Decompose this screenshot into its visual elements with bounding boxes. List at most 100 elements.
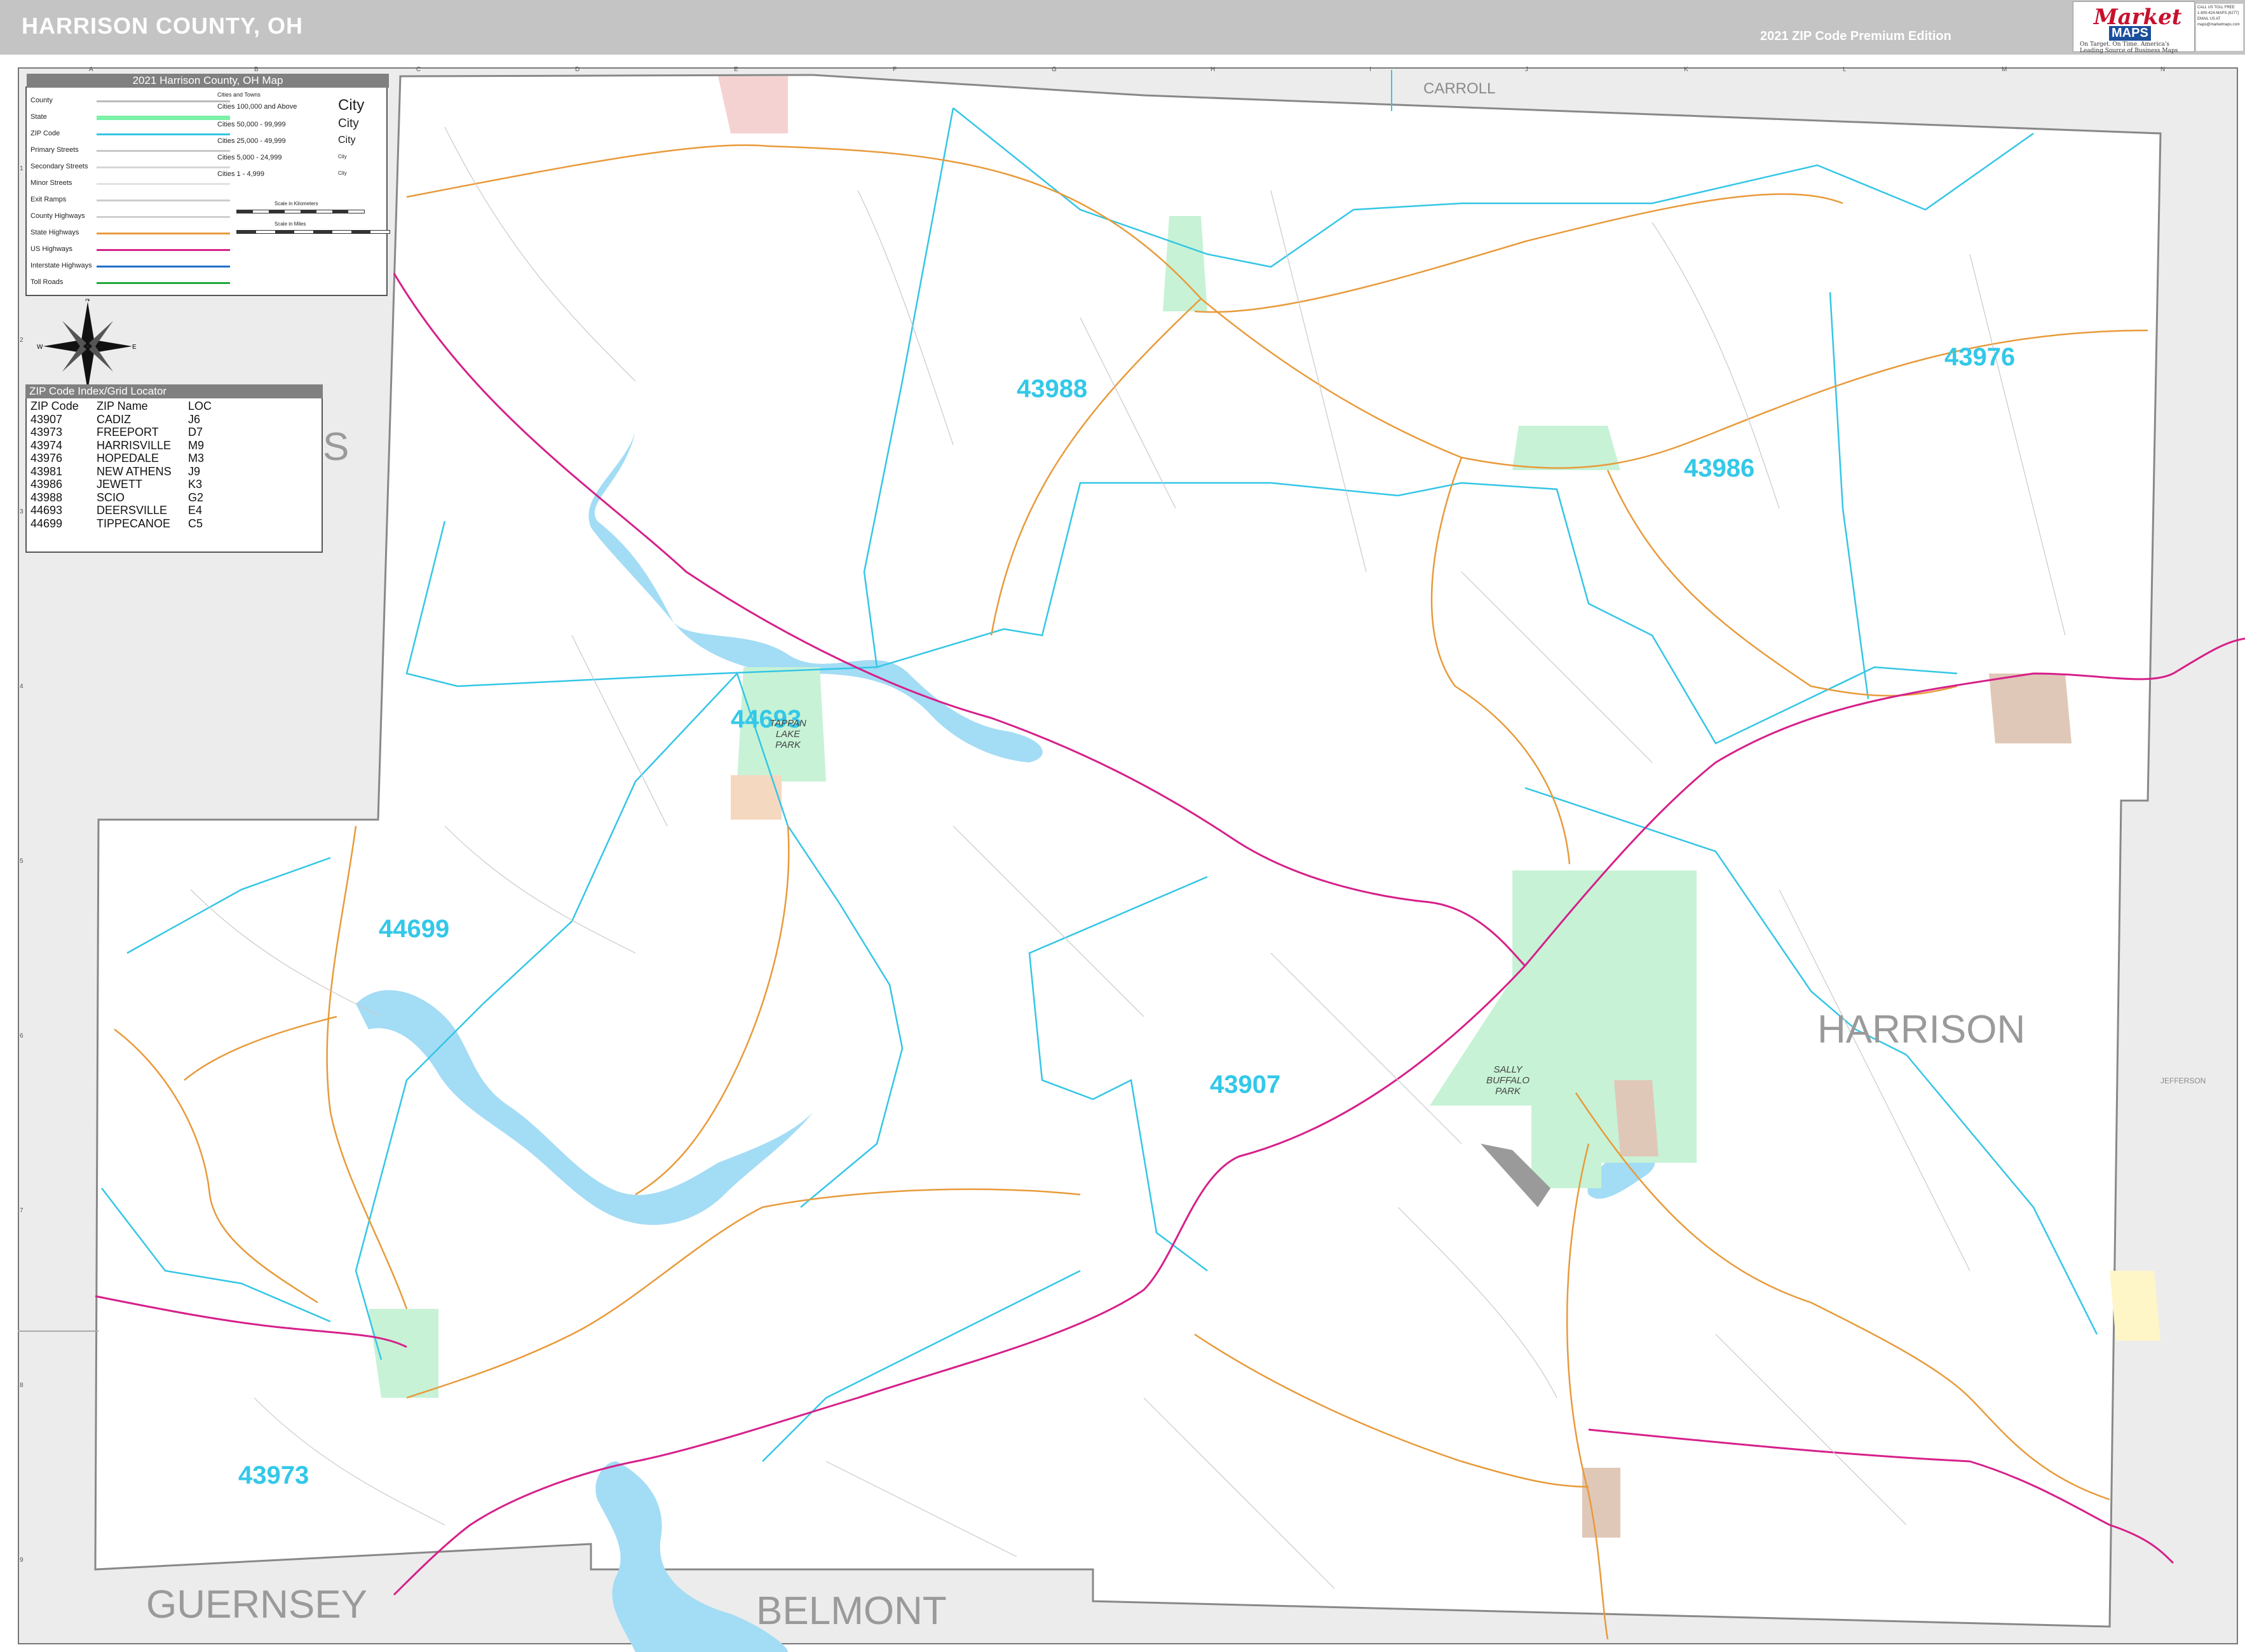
city-legend-header: Cities and Towns xyxy=(217,91,261,98)
zip-code-index: ZIP Code Index/Grid Locator ZIP Code ZIP… xyxy=(25,384,323,553)
zip-loc-cell: J9 xyxy=(188,464,201,478)
scale-km-bar xyxy=(236,210,365,213)
city-legend-sample: City xyxy=(338,170,347,176)
zip-loc-cell: M9 xyxy=(188,438,205,452)
zip-code-cell: 44699 xyxy=(31,517,63,530)
legend-item: Toll Roads xyxy=(31,278,64,286)
zip-loc-cell: G2 xyxy=(188,491,204,504)
grid-row-label: 5 xyxy=(20,858,24,865)
zip-loc-cell: E4 xyxy=(188,504,203,517)
scale-km-label: Scale in Kilometers xyxy=(275,201,318,207)
table-row: 43986 JEWETT K3 xyxy=(31,478,220,491)
zip-code-cell: 43976 xyxy=(31,452,63,464)
zip-name-cell: HARRISVILLE xyxy=(97,438,172,452)
zip-label: 44699 xyxy=(379,915,450,943)
county-label-jefferson: JEFFERSON xyxy=(2160,1076,2206,1085)
legend-item: Exit Ramps xyxy=(31,196,67,203)
zip-label: 43976 xyxy=(1944,343,2016,371)
legend-item: Primary Streets xyxy=(31,146,79,154)
grid-col-label: N xyxy=(2160,66,2166,73)
legend-swatch xyxy=(97,166,230,168)
zip-name-cell: DEERSVILLE xyxy=(97,504,168,517)
table-row: 43988 SCIO G2 xyxy=(31,491,220,504)
zip-code-cell: 43907 xyxy=(31,412,63,426)
legend-item: County Highways xyxy=(31,212,85,220)
city-legend-item: Cities 5,000 - 24,999 xyxy=(217,154,282,161)
grid-row-label: 6 xyxy=(20,1032,24,1039)
hopedale-area xyxy=(1989,674,2072,743)
compass-e: E xyxy=(132,344,137,351)
legend-swatch xyxy=(97,200,230,201)
jewett-area xyxy=(1512,426,1620,470)
legend-swatch xyxy=(97,133,230,135)
scale-mi-bar xyxy=(236,230,390,234)
zip-col-header: ZIP Name xyxy=(97,400,148,412)
zip-label: 43907 xyxy=(1210,1071,1281,1099)
park-label-sally-buffalo: SALLY BUFFALO PARK xyxy=(1486,1064,1530,1097)
new-athens-area xyxy=(1582,1468,1620,1538)
grid-col-label: B xyxy=(254,66,259,73)
city-legend-item: Cities 1 - 4,999 xyxy=(217,170,264,178)
grid-row-label: 9 xyxy=(20,1557,24,1564)
legend-swatch xyxy=(97,216,230,218)
legend-item: State Highways xyxy=(31,229,79,236)
grid-row-label: 3 xyxy=(20,508,24,515)
city-legend-sample: City xyxy=(338,117,359,130)
legend-swatch xyxy=(97,282,230,284)
zip-loc-cell: D7 xyxy=(188,426,203,438)
legend-title: 2021 Harrison County, OH Map xyxy=(27,74,389,88)
park-label-tappan: TAPPAN LAKE PARK xyxy=(770,718,806,750)
grid-col-label: J xyxy=(1525,66,1528,73)
grid-row-label: 4 xyxy=(20,683,24,690)
city-legend-sample: City xyxy=(338,135,356,146)
grid-col-label: I xyxy=(1369,66,1371,73)
legend-item: Secondary Streets xyxy=(31,163,88,170)
cadiz-country-club xyxy=(1614,1080,1658,1156)
legend-item: County xyxy=(31,97,53,104)
city-legend-item: Cities 100,000 and Above xyxy=(217,103,297,111)
legend-item: State xyxy=(31,113,47,121)
zip-code-cell: 43986 xyxy=(31,478,63,491)
table-row: 44693 DEERSVILLE E4 xyxy=(31,504,220,517)
zip-loc-cell: K3 xyxy=(188,478,203,491)
zip-code-cell: 43974 xyxy=(31,438,63,452)
zip-name-cell: CADIZ xyxy=(97,412,131,426)
legend-swatch xyxy=(97,233,230,234)
zip-label: 43988 xyxy=(1017,375,1088,403)
zip-name-cell: JEWETT xyxy=(97,478,142,491)
table-row: 44699 TIPPECANOE C5 xyxy=(31,517,220,531)
grid-row-label: 8 xyxy=(20,1382,24,1389)
county-label-fragment: S xyxy=(323,425,349,469)
zip-index-table: ZIP Code ZIP Name LOC 43907 CADIZ J6 43973… xyxy=(31,400,220,530)
zip-name-cell: HOPEDALE xyxy=(97,452,159,464)
zip-code-cell: 43988 xyxy=(31,491,63,504)
grid-row-label: 1 xyxy=(20,165,24,172)
legend-item: Minor Streets xyxy=(31,179,72,187)
compass-rose-icon: N S W E xyxy=(37,299,137,394)
city-legend-sample: City xyxy=(338,154,347,159)
county-label-harrison: HARRISON xyxy=(1817,1008,2026,1052)
zip-loc-cell: C5 xyxy=(188,517,203,530)
compass-w: W xyxy=(37,344,43,351)
jefferson-yellow-area xyxy=(2110,1271,2160,1341)
scio-area xyxy=(1163,216,1207,311)
grid-col-label: G xyxy=(1052,66,1057,73)
zip-name-cell: FREEPORT xyxy=(97,426,159,438)
zip-code-cell: 43981 xyxy=(31,464,63,478)
table-row: 43907 CADIZ J6 xyxy=(31,413,220,426)
table-row: 43973 FREEPORT D7 xyxy=(31,426,220,439)
legend-item: US Highways xyxy=(31,245,73,253)
zip-col-header: ZIP Code xyxy=(31,400,79,412)
county-label-carroll: CARROLL xyxy=(1423,80,1496,97)
county-label-guernsey: GUERNSEY xyxy=(146,1583,367,1627)
zip-index-header-row: ZIP Code ZIP Name LOC xyxy=(31,400,220,413)
city-legend-sample: City xyxy=(338,97,365,114)
legend-swatch xyxy=(97,100,230,102)
city-legend-item: Cities 25,000 - 49,999 xyxy=(217,137,286,145)
map-legend: 2021 Harrison County, OH Map County Stat… xyxy=(25,74,390,296)
legend-swatch xyxy=(97,266,230,267)
zip-code-cell: 43973 xyxy=(31,426,63,438)
grid-col-label: E xyxy=(734,66,738,73)
legend-swatch xyxy=(97,116,230,120)
grid-row-label: 7 xyxy=(20,1207,24,1214)
